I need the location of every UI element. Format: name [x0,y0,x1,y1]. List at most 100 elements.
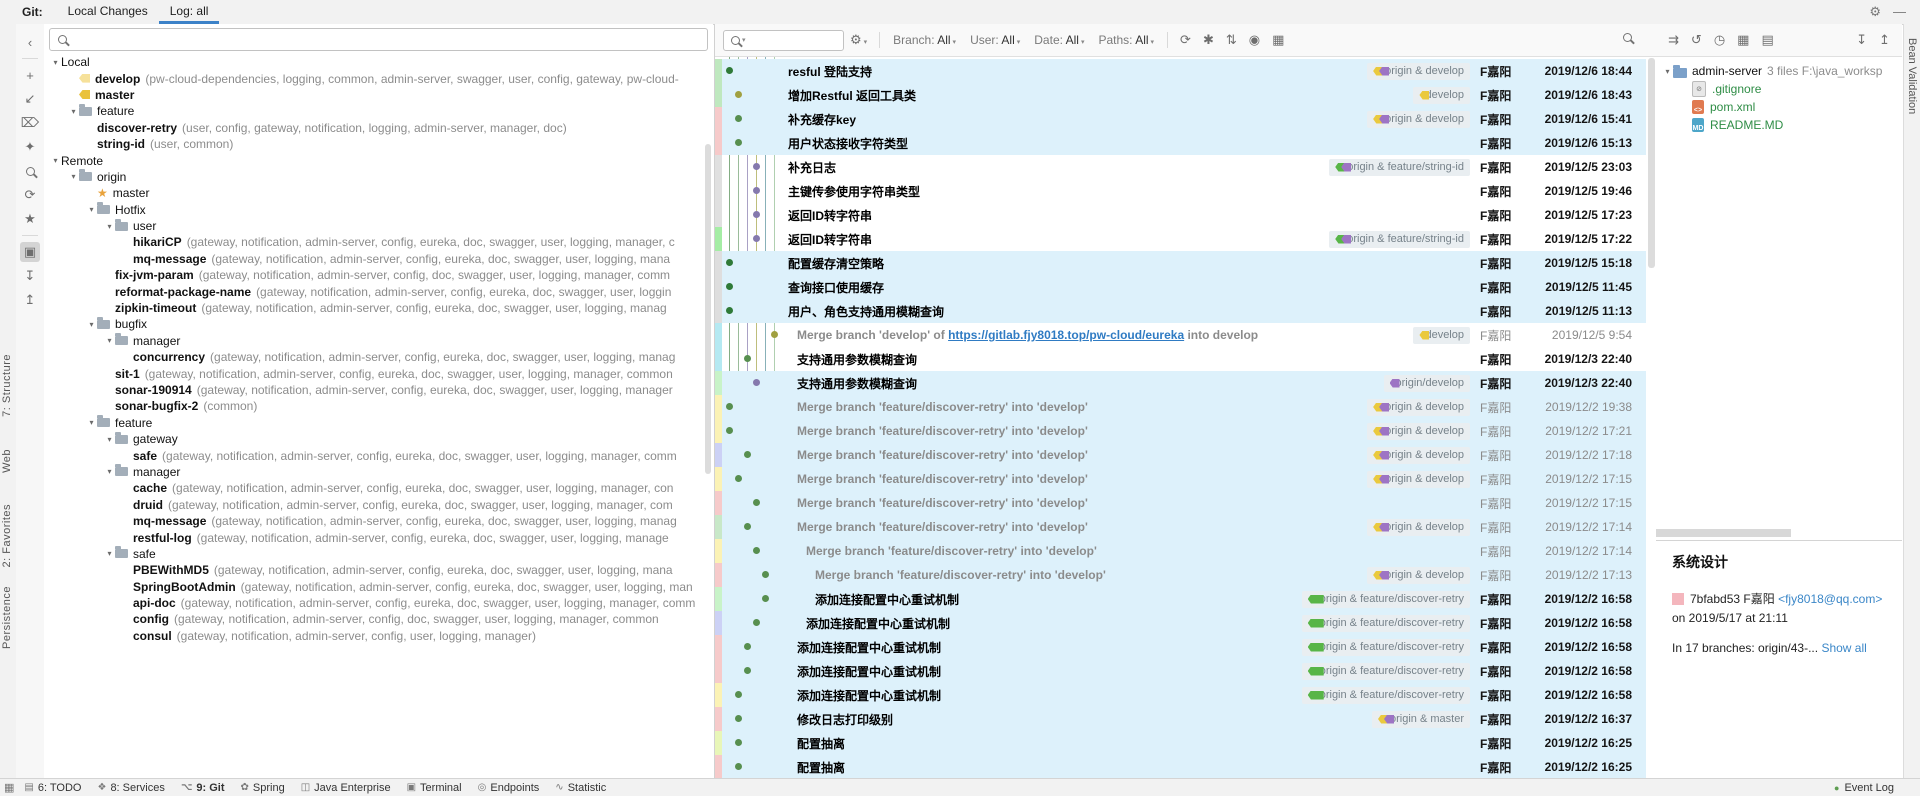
branch-tree-item-master[interactable]: master [44,87,703,103]
search-settings-gear-icon[interactable]: ⚙▾ [850,32,867,48]
tab-log-all[interactable]: Log: all [159,0,220,24]
commit-row[interactable]: 配置抽离F嘉阳2019/12/2 16:25 [715,755,1646,779]
chevron-down-icon[interactable]: ▾ [86,205,97,214]
branch-tree-item-string-id[interactable]: string-id(user, common) [44,136,703,152]
author-email-link[interactable]: <fjy8018@qq.com> [1778,592,1882,606]
delete-icon[interactable]: ⌦ [20,113,40,133]
commit-node[interactable] [762,595,769,602]
branch-tree-item-user[interactable]: ▾user [44,218,703,234]
branch-tree-item-feature[interactable]: ▾feature [44,103,703,119]
chevron-down-icon[interactable]: ▾ [104,549,115,558]
commit-row[interactable]: Merge branch 'feature/discover-retry' in… [715,563,1646,587]
commit-message-link[interactable]: https://gitlab.fjy8018.top/pw-cloud/eure… [948,328,1184,342]
branch-label[interactable]: origin & develop [1367,423,1470,440]
commit-row[interactable]: Merge branch 'feature/discover-retry' in… [715,539,1646,563]
chevron-down-icon[interactable]: ▾ [86,418,97,427]
filter-paths[interactable]: Paths: All▾ [1098,33,1154,47]
commit-row[interactable]: 用户、角色支持通用模糊查询F嘉阳2019/12/5 11:13 [715,299,1646,323]
event-log-button[interactable]: ● Event Log [1834,782,1894,794]
log-search-input[interactable] [752,32,826,48]
commit-row[interactable]: Merge branch 'feature/discover-retry' in… [715,491,1646,515]
commit-row[interactable]: Merge branch 'feature/discover-retry' in… [715,443,1646,467]
expand-all-icon[interactable]: ↧ [1856,32,1867,48]
toolwindow-button-6-todo[interactable]: ▤6: TODO [24,782,81,794]
toolwindow-button-statistic[interactable]: ∿Statistic [555,782,606,794]
chevron-down-icon[interactable]: ▾ [86,320,97,329]
branch-tree-item-feature[interactable]: ▾feature [44,415,703,431]
stripe-button-2-favorites[interactable]: 2: Favorites [1,504,13,567]
branch-tree-item-manager[interactable]: ▾manager [44,333,703,349]
chevron-down-icon[interactable]: ▾ [104,336,115,345]
commit-row[interactable]: 修改日志打印级别origin & masterF嘉阳2019/12/2 16:3… [715,707,1646,731]
commit-row[interactable]: 配置缓存清空策略F嘉阳2019/12/5 15:18 [715,251,1646,275]
branch-label[interactable]: develop [1413,327,1470,344]
branch-tree-item-hikaricp[interactable]: hikariCP(gateway, notification, admin-se… [44,234,703,250]
log-scrollbar[interactable] [1648,58,1655,268]
commit-node[interactable] [744,451,751,458]
commit-row[interactable]: Merge branch 'feature/discover-retry' in… [715,419,1646,443]
commit-node[interactable] [744,523,751,530]
refresh-icon[interactable]: ⟳ [20,185,40,205]
commit-node[interactable] [753,187,760,194]
commit-node[interactable] [744,355,751,362]
commit-node[interactable] [762,571,769,578]
commit-row[interactable]: 返回ID转字符串F嘉阳2019/12/5 17:23 [715,203,1646,227]
rollback-icon[interactable]: ↺ [1691,32,1702,48]
commit-row[interactable]: 补充缓存keyorigin & developF嘉阳2019/12/6 15:4… [715,107,1646,131]
branch-tree-item-fix-jvm-param[interactable]: fix-jvm-param(gateway, notification, adm… [44,267,703,283]
branch-tree-item-safe[interactable]: ▾safe [44,546,703,562]
commit-row[interactable]: 查询接口使用缓存F嘉阳2019/12/5 11:45 [715,275,1646,299]
branch-label[interactable]: origin & feature/string-id [1329,231,1470,248]
collapse-all-icon[interactable]: ↥ [20,290,40,310]
tool-window-switcher-icon[interactable]: ▦ [4,781,14,794]
branch-search[interactable] [49,28,708,51]
commit-row[interactable]: Merge branch 'feature/discover-retry' in… [715,467,1646,491]
commit-node[interactable] [753,499,760,506]
branch-label[interactable]: origin & develop [1367,519,1470,536]
toolwindow-button-endpoints[interactable]: ◎Endpoints [478,782,540,794]
commit-node[interactable] [753,211,760,218]
branch-tree-item-zipkin-timeout[interactable]: zipkin-timeout(gateway, notification, ad… [44,300,703,316]
branch-tree-item-druid[interactable]: druid(gateway, notification, admin-serve… [44,497,703,513]
commit-node[interactable] [735,763,742,770]
checkout-icon[interactable]: ↙ [20,89,40,109]
commit-node[interactable] [771,331,778,338]
branch-tree-item-remote[interactable]: ▾Remote [44,152,703,168]
chevron-down-icon[interactable]: ▾ [68,172,79,181]
branch-label[interactable]: origin & feature/discover-retry [1302,615,1470,632]
refresh-icon[interactable]: ⟳ [1180,32,1191,48]
commit-node[interactable] [726,427,733,434]
branch-label[interactable]: origin & develop [1367,567,1470,584]
commit-node[interactable] [735,115,742,122]
file-row-readme-md[interactable]: MDREADME.MD [1662,116,1902,134]
branch-label[interactable]: origin & feature/discover-retry [1302,663,1470,680]
branch-tree-item-discover-retry[interactable]: discover-retry(user, config, gateway, no… [44,120,703,136]
branch-label[interactable]: origin & develop [1367,399,1470,416]
branch-tree-item-mq-message[interactable]: mq-message(gateway, notification, admin-… [44,513,703,529]
chevron-down-icon[interactable]: ▾ [68,107,79,116]
branch-tree-item-consul[interactable]: consul(gateway, notification, admin-serv… [44,628,703,644]
commit-node[interactable] [726,403,733,410]
commit-row[interactable]: 配置抽离F嘉阳2019/12/2 16:25 [715,731,1646,755]
find-in-log-icon[interactable] [1623,33,1632,42]
stripe-button-bean-validation[interactable]: Bean Validation [1906,38,1918,114]
log-search[interactable]: ▾ [723,30,844,51]
horizontal-scrollbar[interactable] [1656,529,1791,537]
branch-label[interactable]: origin/develop [1384,375,1471,392]
preview-diff-icon[interactable]: ◉ [1249,32,1260,48]
match-branch-icon[interactable]: ✱ [1203,32,1214,48]
branch-search-input[interactable] [75,32,707,48]
commit-row[interactable]: resful 登陆支持origin & developF嘉阳2019/12/6 … [715,59,1646,83]
commit-node[interactable] [753,619,760,626]
commit-node[interactable] [726,67,733,74]
commit-node[interactable] [735,715,742,722]
branch-tree-item-reformat-package-name[interactable]: reformat-package-name(gateway, notificat… [44,283,703,299]
branch-tree-item-sonar-190914[interactable]: sonar-190914(gateway, notification, admi… [44,382,703,398]
branch-tree-item-restful-log[interactable]: restful-log(gateway, notification, admin… [44,529,703,545]
stripe-button-7-structure[interactable]: 7: Structure [1,354,13,417]
branch-tree-item-sonar-bugfix-2[interactable]: sonar-bugfix-2(common) [44,398,703,414]
commit-row[interactable]: 添加连接配置中心重试机制origin & feature/discover-re… [715,611,1646,635]
branch-tree-item-bugfix[interactable]: ▾bugfix [44,316,703,332]
collapse-all-icon[interactable]: ↥ [1879,32,1890,48]
preview-diff-icon[interactable]: ▣ [20,242,40,262]
